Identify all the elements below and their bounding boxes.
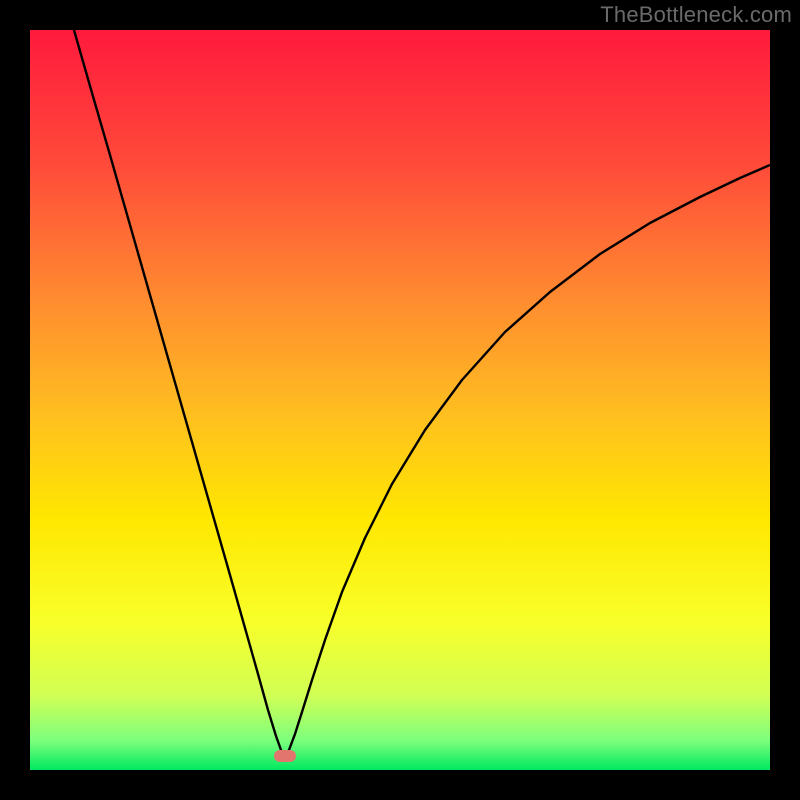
plot-area <box>30 30 770 770</box>
curve-layer <box>30 30 770 770</box>
chart-frame: TheBottleneck.com <box>0 0 800 800</box>
minimum-marker <box>274 750 296 762</box>
bottleneck-curve <box>74 30 770 756</box>
watermark-text: TheBottleneck.com <box>600 2 792 28</box>
